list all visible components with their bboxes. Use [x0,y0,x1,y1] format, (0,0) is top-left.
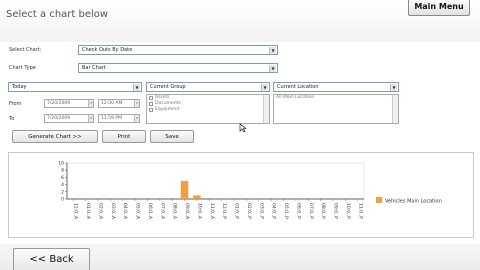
plot-area [66,162,365,200]
from-date-field[interactable]: 7/20/2009 ▾ [44,99,94,108]
x-tick-label: 07:0..A [159,203,165,220]
group-checklist[interactable]: Assets Documents Equipment [146,94,270,124]
checkbox-icon[interactable] [149,108,153,112]
x-tick-label: 04:0..A [122,203,128,220]
to-label: To [9,116,15,122]
x-tick-label: 05:0..A [135,203,141,220]
group-option-label: Equipment [155,107,180,112]
y-tick-label: 0 [61,197,64,203]
x-tick-label: 10:0..A [196,203,202,220]
group-value: Current Group [150,84,186,90]
to-date-field[interactable]: 7/20/2009 ▾ [44,114,94,123]
x-tick-label: 01:0..P [234,203,240,219]
location-list[interactable]: All Main Location [273,94,399,124]
y-tick-label: 10 [58,161,64,167]
select-chart-label: Select Chart: [9,47,42,53]
list-item[interactable]: All Main Location [274,95,398,101]
spinner-icon: ▾ [88,115,93,122]
bar [180,181,189,199]
checkbox-icon[interactable] [149,102,153,106]
x-tick-label: 11:0..P [357,203,363,219]
chart-panel: 10 8 6 4 2 0 12:0..A 01:0..A 02:0..A 03:0..A 04:0.… [8,152,474,238]
x-tick-label: 05:0..P [283,203,289,219]
x-tick-label: 03:0..P [258,203,264,219]
x-tick-label: 09:0..P [333,203,339,219]
legend-label: Vehicles Main Location [385,199,442,205]
y-tick-label: 4 [61,182,64,188]
from-time-value: 12:00 AM [101,101,123,106]
chevron-down-icon: ▼ [261,84,268,91]
chart-type-dropdown[interactable]: Bar Chart ▼ [78,63,278,73]
x-tick-label: 08:0..A [172,203,178,220]
group-dropdown[interactable]: Current Group ▼ [146,82,270,92]
main-menu-button[interactable]: Main Menu [408,0,470,16]
print-button[interactable]: Print [102,130,146,143]
x-tick-label: 09:0..A [184,203,190,220]
back-button[interactable]: << Back [13,248,90,270]
select-chart-value: Check Outs By Date [82,47,133,53]
location-dropdown[interactable]: Current Location ▼ [273,82,399,92]
x-tick-label: 11:0..A [209,203,215,220]
x-tick-label: 02:0..P [246,203,252,219]
chevron-down-icon: ▼ [133,84,140,91]
from-label: From [9,101,22,107]
location-value: Current Location [277,84,319,90]
x-tick-label: 12:0..A [73,203,79,220]
scrollbar[interactable] [263,95,269,123]
scrollbar[interactable] [392,95,398,123]
page-title: Select a chart below [6,9,109,20]
checkbox-icon[interactable] [149,96,153,100]
chevron-down-icon: ▼ [390,84,397,91]
y-tick-label: 6 [61,175,64,181]
legend-swatch [376,197,382,203]
y-tick-label: 2 [61,189,64,195]
date-range-dropdown[interactable]: Today ▼ [8,82,142,92]
x-tick-label: 08:0..P [320,203,326,219]
to-time-field[interactable]: 11:59 PM ▾ [98,114,140,123]
location-option-label: All Main Location [276,95,315,100]
select-chart-dropdown[interactable]: Check Outs By Date ▼ [78,45,278,55]
save-button[interactable]: Save [150,130,194,143]
spinner-icon: ▾ [134,100,139,107]
x-tick-label: 12:0..P [221,203,227,219]
bar-chart: 108642 0 12:0..A 01:0..A 02:0..A 03:0..A 04:0.… [58,161,442,220]
x-tick-label: 10:0..P [345,203,351,219]
chart-type-label: Chart Type [9,65,36,71]
from-date-value: 7/20/2009 [47,101,71,106]
x-tick-label: 03:0..A [110,203,116,220]
x-tick-label: 04:0..P [271,203,277,219]
y-tick-label: 8 [61,168,64,174]
mouse-cursor-icon [239,123,247,133]
x-tick-label: 06:0..P [295,203,301,219]
chevron-down-icon: ▼ [269,65,276,72]
spinner-icon: ▾ [88,100,93,107]
to-date-value: 7/20/2009 [47,116,71,121]
spinner-icon: ▾ [134,115,139,122]
x-tick-label: 07:0..P [308,203,314,219]
to-time-value: 11:59 PM [101,116,122,121]
chart-type-value: Bar Chart [82,65,106,71]
from-time-field[interactable]: 12:00 AM ▾ [98,99,140,108]
list-item[interactable]: Equipment [147,107,269,113]
x-tick-label: 02:0..A [97,203,103,220]
x-tick-label: 01:0..A [85,203,91,220]
bar [193,195,201,199]
generate-chart-button[interactable]: Generate Chart >> [12,130,98,143]
date-range-value: Today [12,84,27,90]
x-tick-label: 06:0..A [147,203,153,220]
chevron-down-icon: ▼ [269,47,276,54]
